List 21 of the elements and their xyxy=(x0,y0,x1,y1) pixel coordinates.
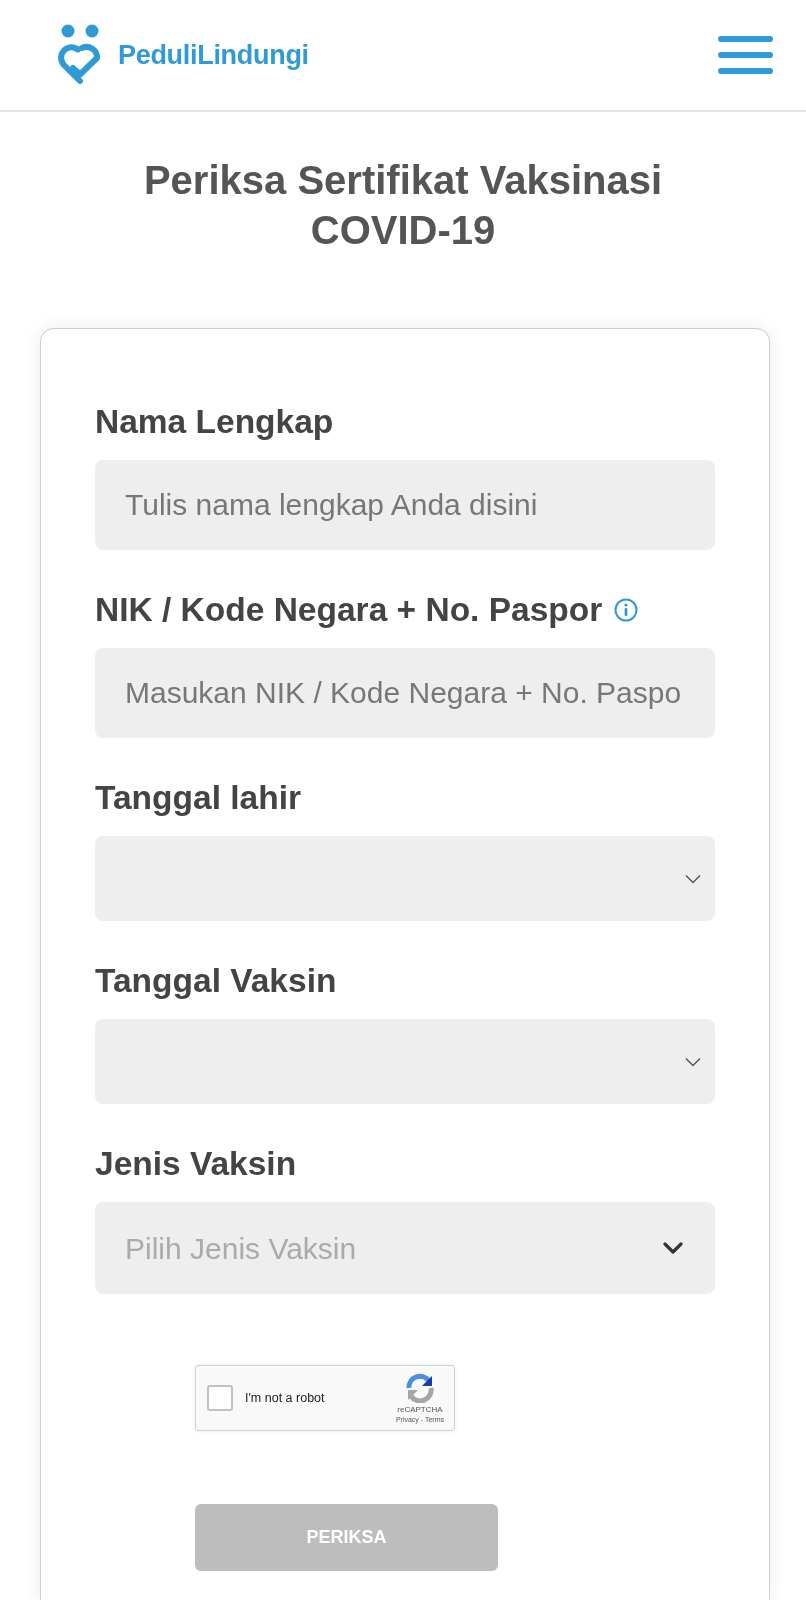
field-label: Jenis Vaksin xyxy=(95,1144,297,1184)
chevron-down-icon xyxy=(663,1241,683,1255)
field-label: Tanggal Vaksin xyxy=(95,961,337,1001)
page-title: Periksa Sertifikat Vaksinasi COVID-19 xyxy=(142,157,664,254)
chevron-down-icon xyxy=(685,873,701,884)
checkbox[interactable] xyxy=(207,1385,233,1411)
logo-text[interactable]: PeduliLindungi xyxy=(118,34,309,76)
field-label: Tanggal lahir xyxy=(95,778,301,818)
text-input-field[interactable]: Masukan NIK / Kode Negara + No. Paspo xyxy=(95,648,715,738)
date-field[interactable] xyxy=(95,1019,715,1104)
date-field[interactable] xyxy=(95,836,715,921)
menu-icon[interactable] xyxy=(718,36,773,74)
circular-arrows-icon xyxy=(404,1372,435,1403)
field-label: NIK / Kode Negara + No. Paspor xyxy=(95,590,603,630)
captcha-brand: reCAPTCHA xyxy=(397,1404,443,1415)
field-label: Nama Lengkap xyxy=(95,402,334,442)
text-input-field[interactable]: Tulis nama lengkap Anda disini xyxy=(95,460,715,550)
info-icon[interactable] xyxy=(614,598,639,622)
select-field[interactable]: Pilih Jenis Vaksin xyxy=(95,1202,715,1294)
chevron-down-icon xyxy=(685,1056,701,1067)
captcha-label: I'm not a robot xyxy=(245,1389,325,1407)
